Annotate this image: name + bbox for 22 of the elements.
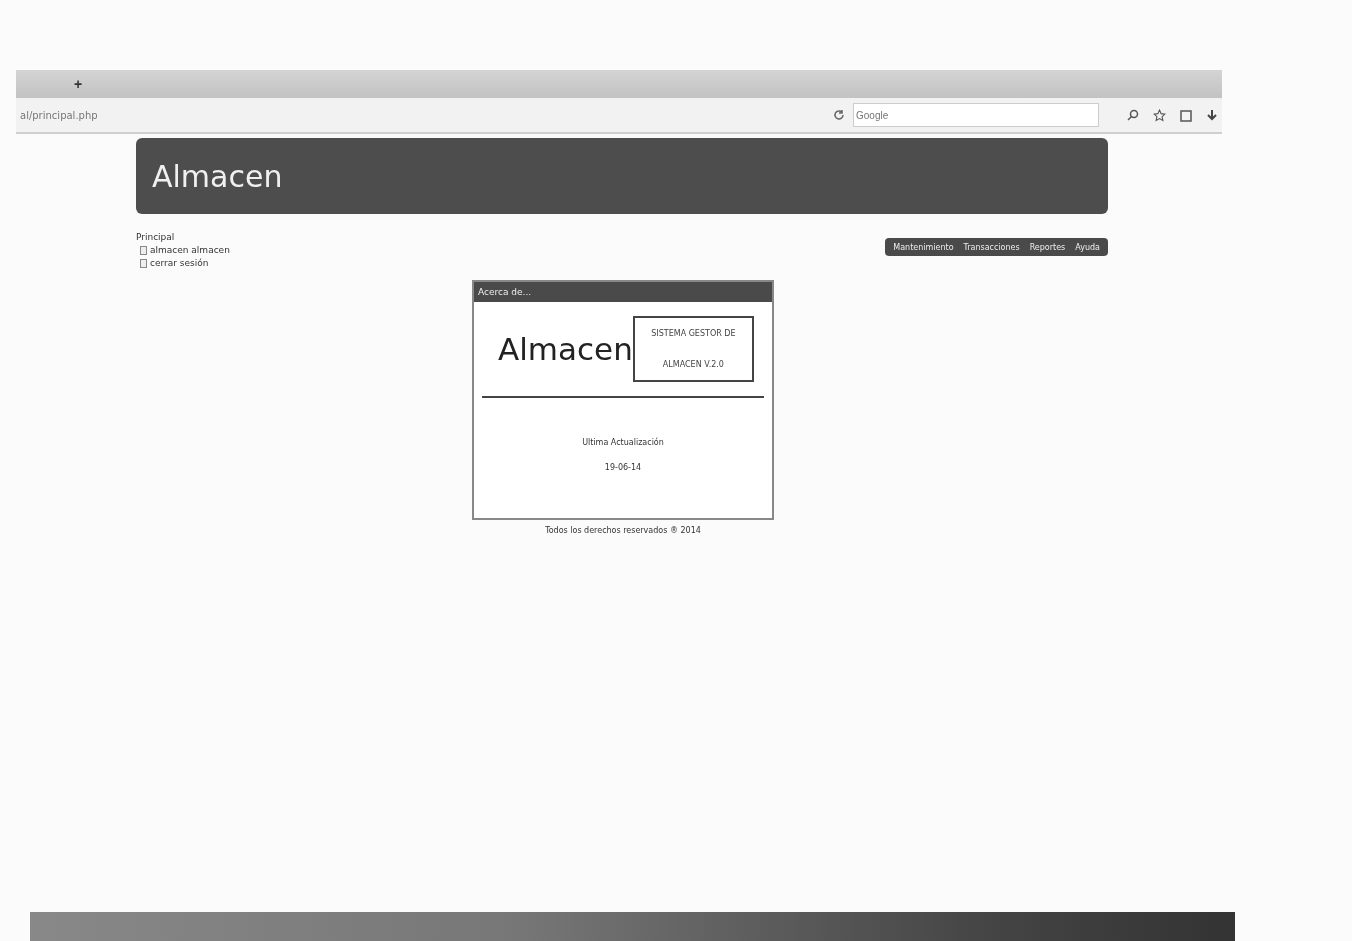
- address-bar[interactable]: al/principal.php: [16, 109, 845, 121]
- menu-item[interactable]: Transacciones: [963, 242, 1020, 252]
- sidebar-link[interactable]: cerrar sesión: [140, 258, 230, 268]
- site-title: Almacen: [152, 158, 283, 194]
- update-label: Ultima Actualización: [582, 438, 664, 447]
- copyright-text: Todos los derechos reservados ® 2014: [544, 526, 702, 535]
- reload-icon[interactable]: [833, 109, 845, 121]
- dialog-logo: Almacen: [498, 331, 633, 367]
- download-icon[interactable]: [1206, 108, 1218, 122]
- sidebar-link[interactable]: almacen almacen: [140, 245, 230, 255]
- menu-item[interactable]: Ayuda: [1075, 242, 1100, 252]
- search-field[interactable]: Google: [853, 103, 1099, 127]
- system-info-text: SISTEMA GESTOR DE: [651, 329, 736, 338]
- menu-item[interactable]: Reportes: [1029, 242, 1066, 252]
- search-icon[interactable]: [1127, 108, 1139, 121]
- new-tab-button[interactable]: +: [66, 76, 91, 92]
- sidebar-title: Principal: [136, 232, 176, 242]
- system-info-text: ALMACEN V.2.0: [662, 360, 724, 369]
- menu-item[interactable]: Mantenimiento: [893, 242, 954, 252]
- dialog-title: Acerca de...: [474, 282, 772, 302]
- update-date: 19-06-14: [604, 463, 642, 472]
- star-icon[interactable]: [1153, 108, 1166, 122]
